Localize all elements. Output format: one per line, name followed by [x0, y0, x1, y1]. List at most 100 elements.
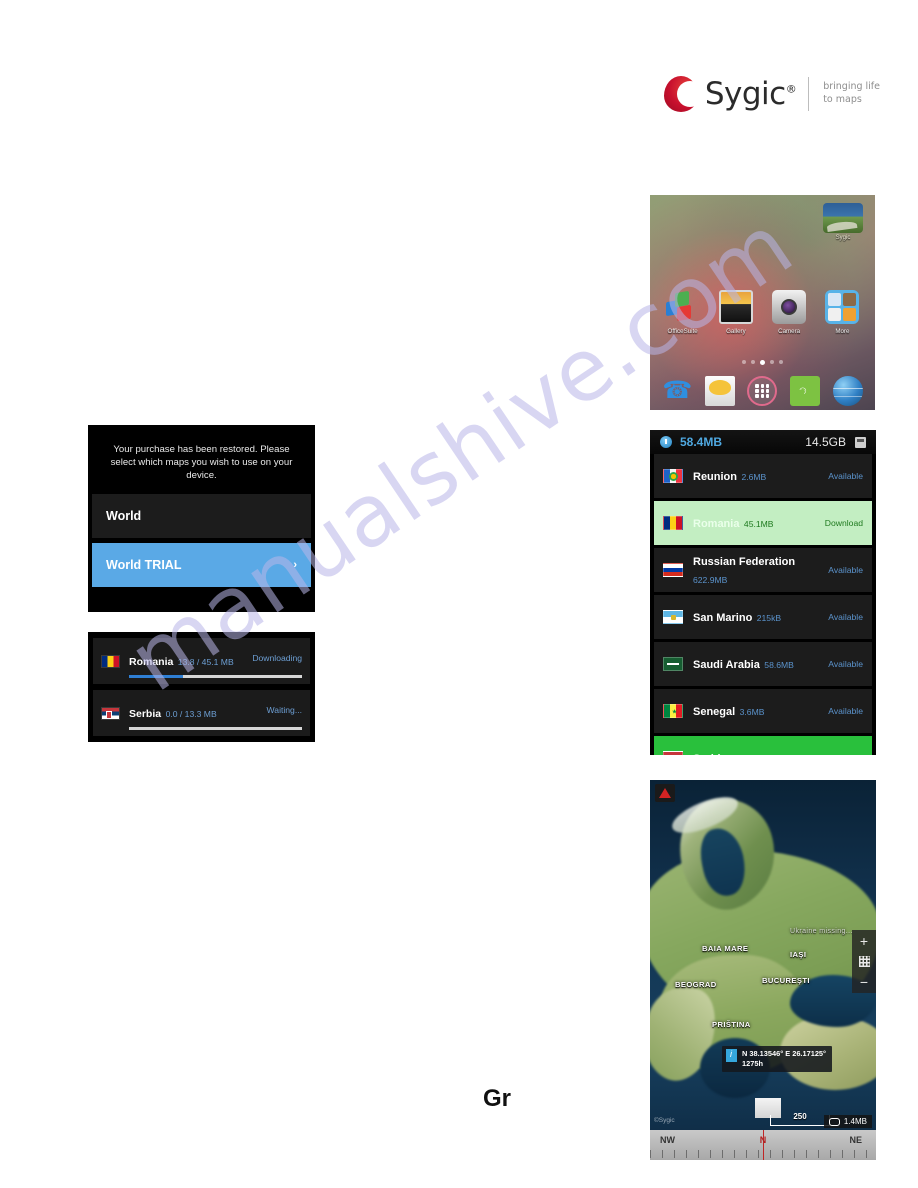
- brand-tagline: bringing life to maps: [823, 81, 880, 107]
- country-size: 13.3MB: [731, 754, 761, 755]
- country-row-info: San Marino 215kB: [693, 608, 822, 626]
- tagline-line-1: bringing life: [823, 81, 880, 93]
- logo-divider: [808, 77, 810, 111]
- storage-free-value: 14.5GB: [805, 435, 846, 449]
- country-action[interactable]: Download: [825, 518, 863, 528]
- download-progress-bar: [129, 675, 302, 678]
- sygic-app-icon: [823, 203, 863, 233]
- country-row[interactable]: Serbia 13.3MB Download: [654, 736, 872, 755]
- country-action[interactable]: Available: [828, 565, 863, 575]
- flag-senegal-icon: [663, 704, 683, 718]
- tagline-line-2: to maps: [823, 94, 862, 105]
- home-dock: ☎ ☺: [650, 376, 875, 406]
- data-usage-value: 1.4MB: [843, 1117, 867, 1126]
- coordinates-text: N 38.13546° E 26.17125° 1275h: [742, 1049, 826, 1069]
- country-row[interactable]: San Marino 215kB Available: [654, 595, 872, 639]
- country-action[interactable]: Available: [828, 471, 863, 481]
- sygic-app-shortcut[interactable]: Sygic: [823, 203, 863, 241]
- app-label: Gallery: [726, 328, 746, 335]
- storage-header: 58.4MB 14.5GB: [650, 430, 876, 454]
- country-row[interactable]: Saudi Arabia 58.6MB Available: [654, 642, 872, 686]
- country-row[interactable]: Russian Federation 622.9MB Available: [654, 548, 872, 592]
- map-screen: Ukraine missing... BAIA MARE IAŞI BEOGRA…: [650, 780, 876, 1160]
- mail-icon[interactable]: [704, 376, 735, 406]
- country-row-info: Russian Federation 622.9MB: [693, 552, 822, 588]
- country-action[interactable]: Available: [828, 659, 863, 669]
- zoom-out-button[interactable]: −: [860, 975, 868, 989]
- compass-label-nw: NW: [660, 1135, 675, 1145]
- sygic-wordmark-text: Sygic: [704, 75, 786, 112]
- country-row-info: Reunion 2.6MB: [693, 467, 822, 485]
- camera-icon: [772, 290, 807, 324]
- flag-reunion-icon: [663, 469, 683, 483]
- country-row[interactable]: Romania 45.1MB Download: [654, 501, 872, 545]
- dialog-message: Your purchase has been restored. Please …: [110, 444, 293, 481]
- grid-icon[interactable]: [858, 956, 870, 967]
- map-option-world-trial[interactable]: World TRIAL ›: [92, 543, 311, 587]
- app-drawer-icon[interactable]: [747, 376, 778, 406]
- gallery-icon: [718, 290, 753, 324]
- country-name: Senegal: [693, 706, 736, 718]
- download-state: Downloading: [252, 653, 302, 663]
- sygic-logo: Sygic® bringing life to maps: [663, 68, 880, 120]
- sd-card-icon: [855, 436, 866, 448]
- android-home-screen: Sygic OfficeSuite Gallery Camera More ☎ …: [650, 195, 875, 410]
- storage-used-value: 58.4MB: [680, 435, 723, 449]
- app-shortcut-gallery[interactable]: Gallery: [713, 290, 759, 335]
- info-icon: [726, 1049, 737, 1062]
- map-credit: ©Sygic: [654, 1117, 675, 1124]
- country-name: Saudi Arabia: [693, 659, 760, 671]
- map-scale-value: 250: [793, 1112, 807, 1121]
- country-row[interactable]: Senegal 3.6MB Available: [654, 689, 872, 733]
- sygic-wordmark: Sygic®: [704, 75, 797, 112]
- chevron-right-icon: ›: [293, 559, 297, 571]
- map-option-label: World: [106, 509, 142, 523]
- sygic-logo-mark: [663, 76, 703, 112]
- download-icon: [660, 436, 672, 448]
- map-download-list: 58.4MB 14.5GB Reunion 2.6MB Available Ro…: [650, 430, 876, 755]
- country-action[interactable]: Available: [828, 706, 863, 716]
- map-label-beograd: BEOGRAD: [675, 980, 717, 989]
- map-label-pristina: PRIŠTINA: [712, 1020, 751, 1029]
- messaging-icon[interactable]: ☺: [790, 376, 821, 406]
- app-shortcut-officesuite[interactable]: OfficeSuite: [660, 290, 706, 335]
- country-action[interactable]: Download: [825, 753, 863, 755]
- coordinates-line-1: N 38.13546° E 26.17125°: [742, 1049, 826, 1058]
- map-option-label: World TRIAL: [106, 558, 182, 572]
- warning-triangle-icon[interactable]: [655, 784, 675, 802]
- compass-strip: NW N NE: [650, 1130, 876, 1160]
- flag-saudi-arabia-icon: [663, 657, 683, 671]
- browser-icon[interactable]: [832, 376, 863, 406]
- map-zoom-controls: + −: [852, 930, 876, 993]
- data-usage-badge: 1.4MB: [823, 1115, 872, 1128]
- country-size: 45.1MB: [743, 519, 774, 529]
- flag-sanmarino-icon: [663, 610, 683, 624]
- map-option-world[interactable]: World: [92, 494, 311, 538]
- country-row[interactable]: Reunion 2.6MB Available: [654, 454, 872, 498]
- compass-label-ne: NE: [849, 1135, 862, 1145]
- country-size: 622.9MB: [693, 575, 728, 585]
- download-progress-bar: [129, 727, 302, 730]
- country-name: Reunion: [693, 471, 737, 483]
- zoom-in-button[interactable]: +: [860, 934, 868, 948]
- country-name: Serbia: [693, 753, 727, 755]
- country-action[interactable]: Available: [828, 612, 863, 622]
- phone-icon[interactable]: ☎: [662, 376, 692, 406]
- download-country-name: Serbia: [129, 708, 162, 720]
- home-page-indicator: [650, 360, 875, 365]
- download-row[interactable]: Romania 13.8 / 45.1 MB Downloading: [93, 638, 310, 684]
- country-row-info: Senegal 3.6MB: [693, 702, 822, 720]
- country-size: 2.6MB: [741, 472, 767, 482]
- app-shortcut-camera[interactable]: Camera: [766, 290, 812, 335]
- sygic-app-label: Sygic: [835, 235, 851, 241]
- coordinates-line-2: 1275h: [742, 1059, 763, 1068]
- flag-romania-icon: [663, 516, 683, 530]
- country-size: 3.6MB: [739, 707, 765, 717]
- download-size: 0.0 / 13.3 MB: [165, 709, 217, 719]
- officesuite-icon: [665, 290, 700, 324]
- app-shortcut-more[interactable]: More: [819, 290, 865, 335]
- country-name: Romania: [693, 518, 740, 530]
- download-size: 13.8 / 45.1 MB: [177, 657, 234, 667]
- download-row[interactable]: Serbia 0.0 / 13.3 MB Waiting...: [93, 690, 310, 736]
- map-label-baia-mare: BAIA MARE: [702, 944, 749, 953]
